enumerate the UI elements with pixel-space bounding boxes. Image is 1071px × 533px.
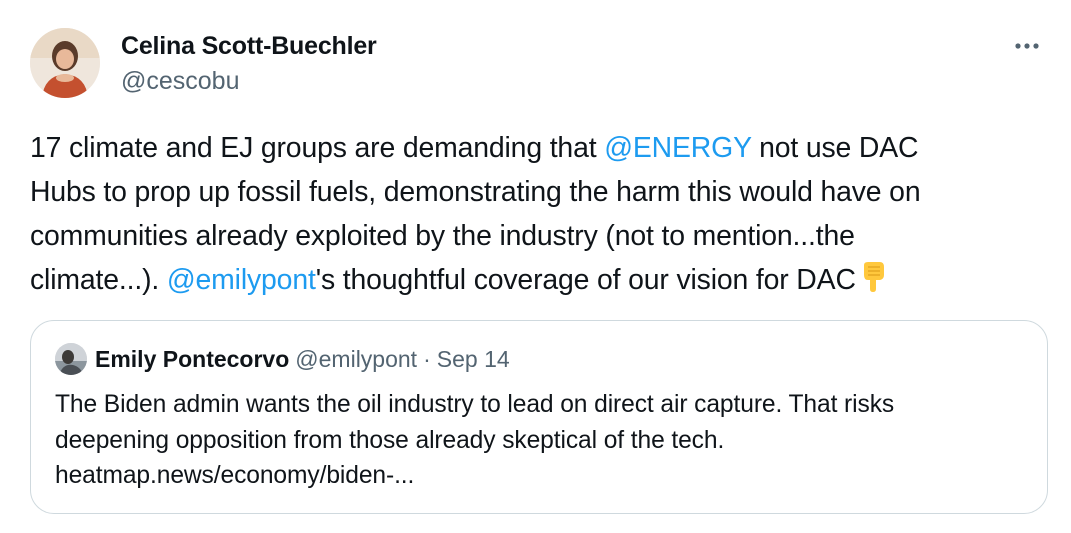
tweet-text: 17 climate and EJ groups are demanding t… [30,126,1050,306]
tweet-text-segment: 17 climate and EJ groups are demanding t… [30,132,605,164]
quoted-tweet-date: Sep 14 [436,345,510,372]
tweet-line-3: communities already exploited by the ind… [30,220,855,252]
more-options-button[interactable] [1007,32,1047,60]
quoted-link[interactable]: heatmap.news/economy/biden-... [55,458,1035,494]
author-handle[interactable]: @cescobu [121,67,240,96]
quoted-author-handle: @emilypont [295,345,418,372]
tweet-line-2: Hubs to prop up fossil fuels, demonstrat… [30,176,921,208]
tweet-line-1: 17 climate and EJ groups are demanding t… [30,126,1050,170]
quoted-line-1: The Biden admin wants the oil industry t… [55,391,895,418]
tweet-text-segment: climate...). [30,264,167,296]
separator-dot: · [423,345,431,372]
quoted-tweet-header: Emily Pontecorvo @emilypont · Sep 14 [55,343,510,375]
author-avatar[interactable] [30,28,100,98]
tweet-header: Celina Scott-Buechler @cescobu [30,28,1051,104]
tweet-text-segment: 's thoughtful coverage of our vision for… [315,264,856,296]
mention-energy-link[interactable]: @ENERGY [604,132,751,164]
pointing-down-emoji-icon [858,261,888,306]
quoted-author-name: Emily Pontecorvo [95,345,290,372]
quoted-line-2: deepening opposition from those already … [55,426,725,454]
quoted-author-avatar [55,343,87,375]
tweet-text-segment: not use DAC [751,132,919,164]
tweet-line-4: climate...). @emilypont's thoughtful cov… [30,258,1050,306]
quoted-tweet-text: The Biden admin wants the oil industry t… [55,387,1035,494]
mention-emilypont-link[interactable]: @emilypont [167,264,316,296]
quoted-tweet-card[interactable]: Emily Pontecorvo @emilypont · Sep 14 The… [30,320,1048,514]
author-name[interactable]: Celina Scott-Buechler [121,32,377,61]
more-options-icon [1015,43,1039,49]
